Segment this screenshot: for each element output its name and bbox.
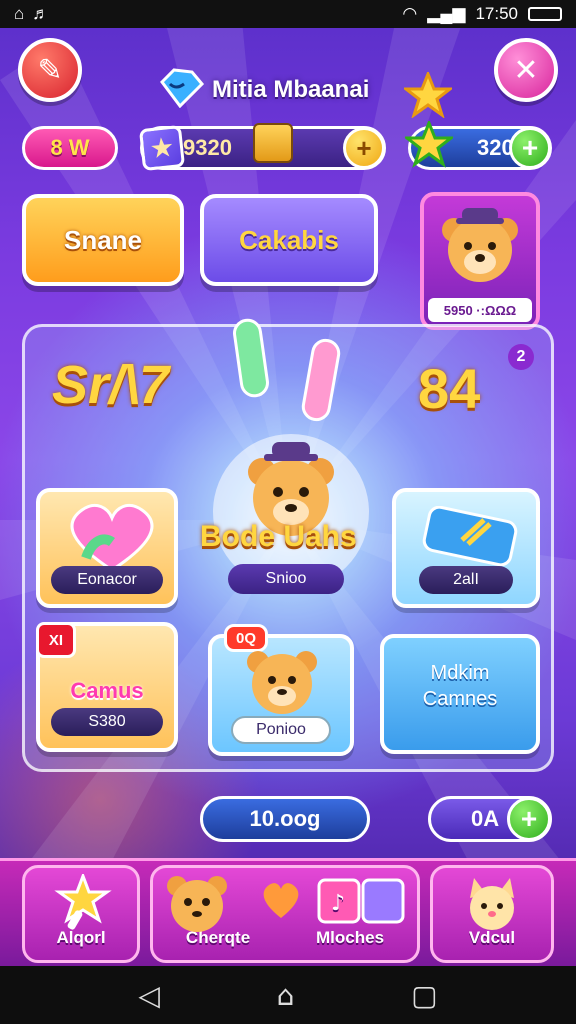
currency-row: 8 W ★ 9320 + 320 +	[0, 121, 576, 176]
chest-icon	[253, 123, 293, 163]
heart-tile[interactable]: Eonacor	[36, 488, 178, 608]
nav-music-label: Vdcul	[468, 928, 516, 947]
nav-achievements-label: Alqorl	[56, 928, 106, 947]
box-tile-caption: 2alI	[419, 566, 513, 594]
nav-center[interactable]: ♪ Cherqte Mloches	[150, 865, 420, 963]
battery-icon	[528, 7, 562, 21]
star-icon	[404, 72, 452, 118]
system-nav-bar: ◁ ⌂ ▢	[0, 966, 576, 1024]
add-coins-button[interactable]: +	[343, 127, 385, 169]
music-notes-icon: ♪	[317, 878, 405, 924]
gem-icon	[160, 68, 204, 108]
status-time: 17:50	[475, 4, 518, 23]
back-arrow-icon: ✎	[37, 52, 63, 88]
mini-games-tile[interactable]: Mdkim Camnes	[380, 634, 540, 754]
games-tile-caption: S380	[51, 708, 163, 736]
close-icon: ✕	[513, 52, 539, 88]
bear-tile[interactable]: 0Q Ponioo	[208, 624, 354, 756]
games-tile-title: Camus	[70, 678, 144, 703]
bear-face-icon	[167, 876, 227, 932]
status-bar: ⌂ ♬ ◠ ▂▄▆ 17:50	[0, 0, 576, 28]
score-right-badge: 2	[508, 344, 534, 370]
nav-center-right-label: Mloches	[316, 928, 385, 947]
score-right: 84	[418, 357, 481, 420]
nav-achievements[interactable]: Alqorl	[22, 865, 140, 963]
bear-tile-caption: Ponioo	[231, 716, 331, 744]
coin-card-icon: ★	[138, 124, 186, 172]
cakabis-button[interactable]: Cakabis	[200, 194, 378, 286]
tiger-icon	[247, 651, 317, 714]
candy-sticks	[233, 318, 341, 422]
add-time-button[interactable]: +	[507, 797, 551, 841]
mini-games-title-line1: Mdkim	[430, 662, 490, 684]
mini-games-title: Mdkim Camnes	[384, 660, 536, 712]
signal-icon: ▂▄▆	[427, 4, 466, 23]
system-back-icon[interactable]: ◁	[138, 979, 160, 1012]
gems-counter: 320 +	[405, 121, 552, 170]
home-icon: ⌂	[14, 4, 25, 23]
system-home-icon[interactable]: ⌂	[277, 979, 295, 1012]
share-button[interactable]: Snane	[22, 194, 184, 286]
games-tile[interactable]: XI Camus S380	[36, 622, 178, 752]
heart-tile-caption: Eonacor	[51, 566, 163, 594]
title-bar: ✎ Mitia Mbaanai ✕	[0, 32, 576, 122]
svg-text:♪: ♪	[331, 891, 345, 916]
bottom-nav: Alqorl ♪ Cherqte Mloches Vdcul	[0, 858, 576, 966]
bear-avatar	[442, 208, 518, 282]
wand-star-icon	[54, 874, 112, 930]
hub-caption[interactable]: Snioo	[228, 564, 344, 594]
box-icon	[422, 506, 518, 566]
coins-value: 9320	[183, 135, 232, 160]
total-counter: 10.oog	[200, 796, 370, 842]
back-button[interactable]: ✎	[18, 38, 82, 102]
timer-counter: 0A +	[428, 796, 552, 842]
system-recents-icon[interactable]: ▢	[411, 979, 437, 1012]
notification-icon: ♬	[32, 4, 50, 23]
coins-counter: ★ 9320 +	[138, 123, 386, 172]
wifi-icon: ◠	[402, 4, 418, 23]
close-button[interactable]: ✕	[494, 38, 558, 102]
mini-games-title-line2: Camnes	[422, 688, 498, 710]
cat-icon	[470, 878, 514, 930]
star-gem-icon	[405, 121, 453, 168]
hub-title: Bode Uahs	[200, 520, 357, 553]
add-gems-button[interactable]: +	[509, 127, 551, 169]
nav-music[interactable]: Vdcul	[430, 865, 554, 963]
game-screen: ⌂ ♬ ◠ ▂▄▆ 17:50 ✎ Mitia Mbaanai ✕ 8 W ★	[0, 0, 576, 1024]
profile-label: 5950 ·:ΩΩΩ	[428, 298, 532, 322]
page-title: Mitia Mbaanai	[212, 76, 370, 103]
score-left: Sr/\7	[52, 355, 170, 415]
heart-nav-icon	[263, 883, 299, 918]
timer-value: 0A	[471, 806, 500, 831]
level-badge: 8 W	[22, 126, 118, 170]
games-badge: XI	[36, 622, 76, 658]
profile-card[interactable]: 5950 ·:ΩΩΩ	[420, 192, 540, 330]
heart-icon	[70, 504, 154, 572]
box-tile[interactable]: 2alI	[392, 488, 540, 608]
